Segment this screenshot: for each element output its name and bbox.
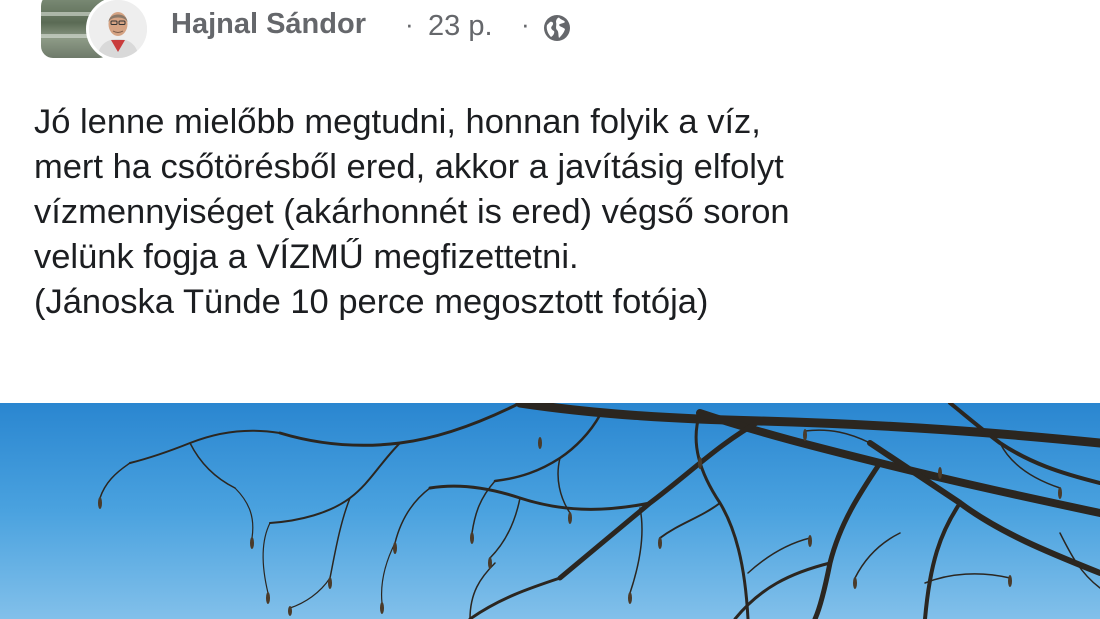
post-timestamp[interactable]: 23 p.: [428, 10, 493, 43]
post-text-line: (Jánoska Tünde 10 perce megosztott fotój…: [34, 283, 709, 321]
post-text-line: Jó lenne mielőbb megtudni, honnan folyik…: [34, 103, 761, 141]
author-name[interactable]: Hajnal Sándor: [171, 8, 366, 41]
facebook-post: Hajnal Sándor · 23 p. · Jó lenne mielőbb…: [0, 0, 1100, 619]
globe-icon[interactable]: [542, 13, 572, 43]
avatar-photo: [89, 0, 147, 58]
meta-separator: ·: [521, 9, 530, 39]
tree-branches-photo: [0, 403, 1100, 619]
avatar[interactable]: [86, 0, 150, 61]
meta-separator: ·: [405, 9, 414, 39]
post-text: Jó lenne mielőbb megtudni, honnan folyik…: [34, 100, 1074, 325]
post-text-line: mert ha csőtörésből ered, akkor a javítá…: [34, 148, 784, 186]
post-text-line: vízmennyiséget (akárhonnét is ered) végs…: [34, 193, 790, 231]
post-header: Hajnal Sándor · 23 p. ·: [0, 0, 1100, 62]
post-text-line: velünk fogja a VÍZMŰ megfizettetni.: [34, 238, 579, 276]
post-photo[interactable]: [0, 403, 1100, 619]
